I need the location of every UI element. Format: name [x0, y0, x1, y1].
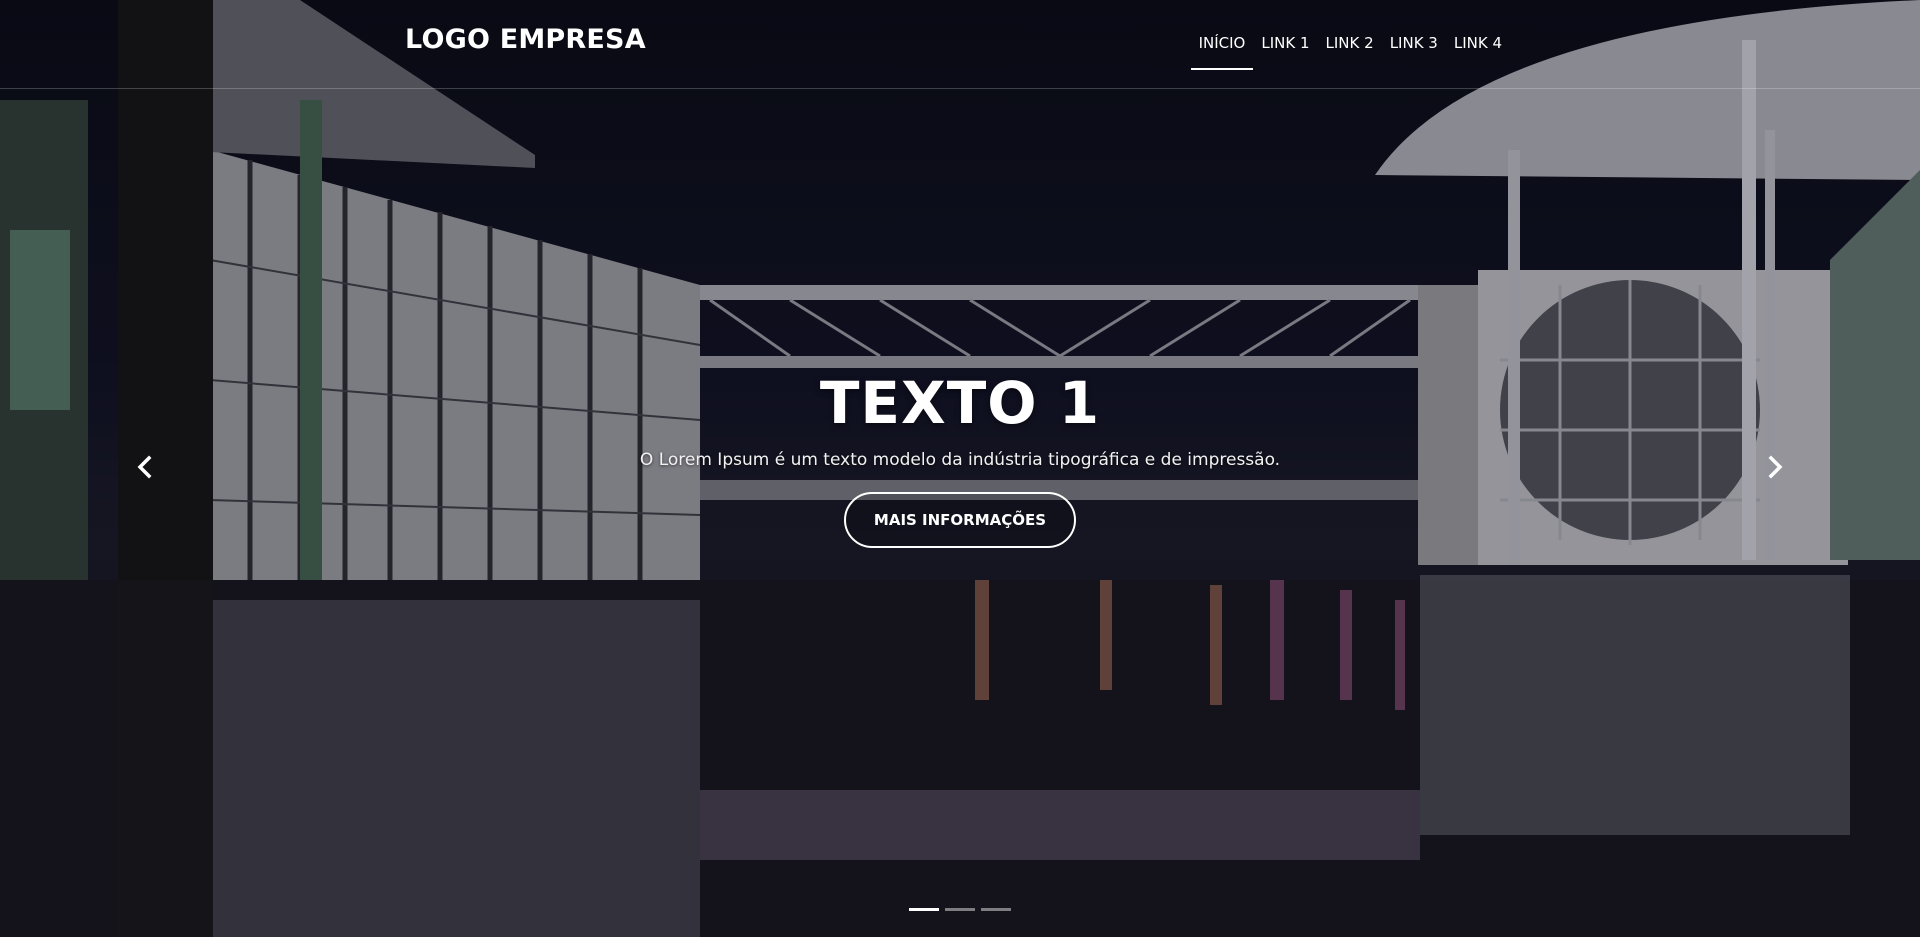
- carousel-indicators: [0, 908, 1920, 911]
- nav-link-1[interactable]: LINK 1: [1253, 0, 1317, 88]
- carousel-indicator-3[interactable]: [981, 908, 1011, 911]
- main-nav: INÍCIO LINK 1 LINK 2 LINK 3 LINK 4: [1190, 0, 1510, 88]
- more-info-button[interactable]: MAIS INFORMAÇÕES: [843, 492, 1077, 548]
- carousel-indicator-1[interactable]: [909, 908, 939, 911]
- nav-link-3[interactable]: LINK 3: [1382, 0, 1446, 88]
- nav-link-4[interactable]: LINK 4: [1446, 0, 1510, 88]
- company-logo[interactable]: LOGO EMPRESA: [405, 24, 646, 55]
- slide-caption: TEXTO 1 O Lorem Ipsum é um texto modelo …: [0, 370, 1920, 548]
- hero-carousel: LOGO EMPRESA INÍCIO LINK 1 LINK 2 LINK 3…: [0, 0, 1920, 937]
- nav-link-2[interactable]: LINK 2: [1318, 0, 1382, 88]
- slide-title: TEXTO 1: [819, 369, 1101, 437]
- navbar: LOGO EMPRESA INÍCIO LINK 1 LINK 2 LINK 3…: [0, 0, 1920, 89]
- carousel-indicator-2[interactable]: [945, 908, 975, 911]
- nav-link-inicio[interactable]: INÍCIO: [1190, 0, 1254, 88]
- slide-description: O Lorem Ipsum é um texto modelo da indús…: [639, 450, 1281, 470]
